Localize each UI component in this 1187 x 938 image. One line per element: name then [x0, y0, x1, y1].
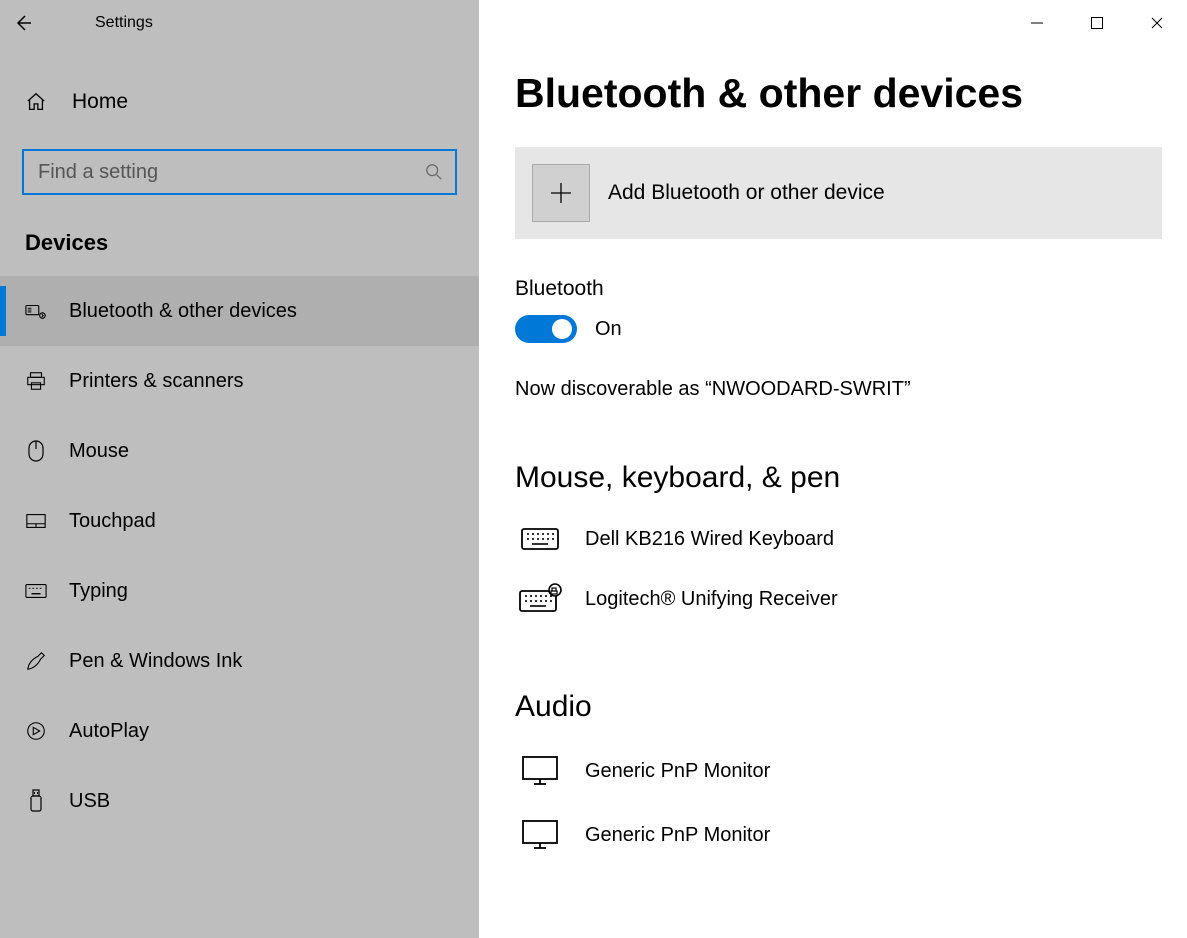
keyboard-device-icon — [515, 525, 565, 553]
add-device-label: Add Bluetooth or other device — [608, 181, 885, 205]
maximize-button[interactable] — [1067, 0, 1127, 45]
nav-item-bluetooth-other-devices[interactable]: Bluetooth & other devices — [0, 276, 479, 346]
app-title: Settings — [95, 14, 153, 32]
device-row[interactable]: Generic PnP Monitor — [515, 739, 1162, 803]
touchpad-icon — [25, 512, 47, 530]
printer-icon — [25, 370, 47, 392]
bluetooth-devices-icon — [25, 302, 47, 320]
monitor-device-icon — [515, 754, 565, 788]
nav-item-label: Mouse — [69, 440, 129, 463]
nav-item-mouse[interactable]: Mouse — [0, 416, 479, 486]
nav-item-usb[interactable]: USB — [0, 766, 479, 836]
nav-item-typing[interactable]: Typing — [0, 556, 479, 626]
add-device-button[interactable]: Add Bluetooth or other device — [515, 147, 1162, 239]
bluetooth-toggle-state: On — [595, 318, 622, 341]
nav-item-label: Pen & Windows Ink — [69, 650, 242, 673]
receiver-device-icon — [515, 583, 565, 615]
nav-item-label: AutoPlay — [69, 720, 149, 743]
plus-icon — [532, 164, 590, 222]
section-heading: Mouse, keyboard, & pen — [515, 461, 1162, 495]
back-button[interactable] — [0, 0, 45, 45]
nav-item-pen-windows-ink[interactable]: Pen & Windows Ink — [0, 626, 479, 696]
nav-item-label: Printers & scanners — [69, 370, 244, 393]
search-box[interactable] — [22, 149, 457, 195]
minimize-button[interactable] — [1007, 0, 1067, 45]
mouse-icon — [25, 439, 47, 463]
monitor-device-icon — [515, 818, 565, 852]
discoverable-text: Now discoverable as “NWOODARD-SWRIT” — [515, 378, 1162, 401]
bluetooth-heading: Bluetooth — [515, 277, 1162, 301]
home-icon — [25, 91, 47, 113]
device-row[interactable]: Dell KB216 Wired Keyboard — [515, 510, 1162, 568]
content-pane: Bluetooth & other devices Add Bluetooth … — [479, 45, 1187, 938]
page-title: Bluetooth & other devices — [515, 70, 1162, 117]
home-nav[interactable]: Home — [0, 75, 479, 129]
keyboard-icon — [25, 583, 47, 599]
close-button[interactable] — [1127, 0, 1187, 45]
section-heading: Audio — [515, 690, 1162, 724]
nav-item-printers-scanners[interactable]: Printers & scanners — [0, 346, 479, 416]
nav-item-autoplay[interactable]: AutoPlay — [0, 696, 479, 766]
sidebar-section-label: Devices — [0, 220, 479, 276]
device-name: Dell KB216 Wired Keyboard — [585, 528, 834, 551]
sidebar: Home Devices Bluetooth & other devices Pr… — [0, 45, 479, 938]
search-input[interactable] — [24, 151, 455, 193]
device-name: Logitech® Unifying Receiver — [585, 588, 838, 611]
home-label: Home — [72, 90, 128, 114]
device-name: Generic PnP Monitor — [585, 824, 770, 847]
usb-icon — [25, 789, 47, 813]
nav-item-label: USB — [69, 790, 110, 813]
nav-item-label: Typing — [69, 580, 128, 603]
nav-item-touchpad[interactable]: Touchpad — [0, 486, 479, 556]
device-row[interactable]: Generic PnP Monitor — [515, 803, 1162, 867]
pen-icon — [25, 650, 47, 672]
device-name: Generic PnP Monitor — [585, 760, 770, 783]
nav-item-label: Bluetooth & other devices — [69, 300, 297, 323]
bluetooth-toggle[interactable] — [515, 315, 577, 343]
toggle-knob — [552, 319, 572, 339]
autoplay-icon — [25, 720, 47, 742]
back-arrow-icon — [13, 13, 33, 33]
maximize-icon — [1090, 16, 1104, 30]
titlebar: Settings — [0, 0, 1187, 45]
nav-item-label: Touchpad — [69, 510, 156, 533]
close-icon — [1150, 16, 1164, 30]
search-icon — [425, 163, 443, 181]
minimize-icon — [1030, 16, 1044, 30]
device-row[interactable]: Logitech® Unifying Receiver — [515, 568, 1162, 630]
